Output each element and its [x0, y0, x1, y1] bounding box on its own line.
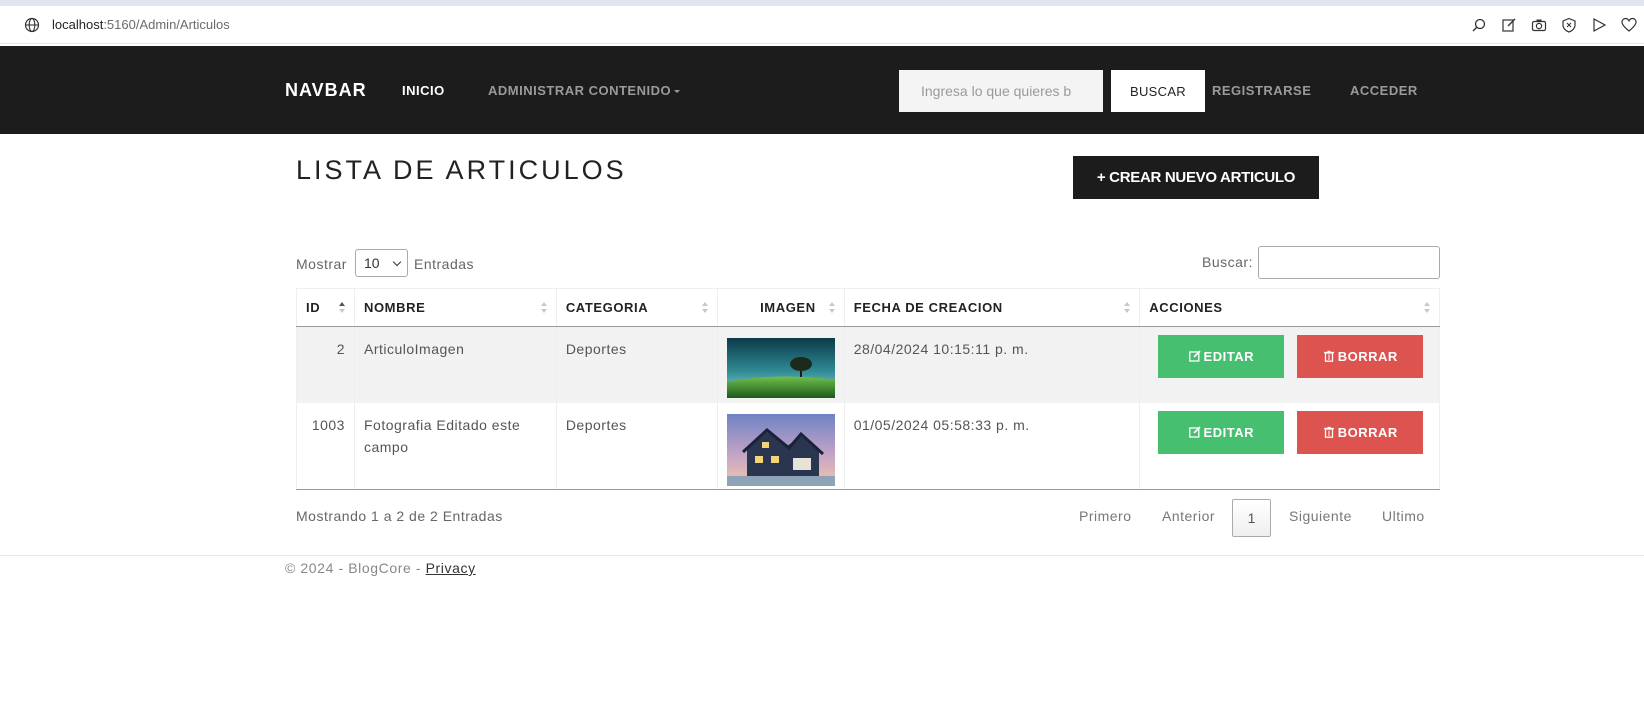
- page-next[interactable]: Siguiente: [1289, 508, 1352, 524]
- cell-categoria: Deportes: [556, 402, 718, 490]
- column-header-nombre[interactable]: NOMBRE: [354, 288, 557, 327]
- cell-fecha: 01/05/2024 05:58:33 p. m.: [844, 402, 1141, 490]
- cell-acciones: EDITAR BORRAR: [1139, 402, 1440, 490]
- nav-admin-dropdown[interactable]: ADMINISTRAR CONTENIDO: [488, 83, 681, 98]
- page-previous[interactable]: Anterior: [1162, 508, 1215, 524]
- search-input[interactable]: [899, 70, 1103, 112]
- table-row: 2 ArticuloImagen Deportes 28/04/2024 10:…: [296, 326, 1440, 403]
- column-header-label: FECHA DE CREACION: [853, 300, 1003, 315]
- trash-icon: [1323, 350, 1334, 362]
- create-article-button[interactable]: + CREAR NUEVO ARTICULO: [1073, 156, 1319, 199]
- footer-text: © 2024 - BlogCore -: [285, 560, 426, 576]
- show-label: Mostrar: [296, 256, 347, 272]
- page-last[interactable]: Ultimo: [1382, 508, 1425, 524]
- trash-icon: [1323, 426, 1334, 438]
- cell-id: 1003: [296, 402, 355, 490]
- url-text[interactable]: localhost:5160/Admin/Articulos: [52, 17, 230, 32]
- footer: © 2024 - BlogCore - Privacy: [285, 560, 476, 576]
- entries-label: Entradas: [414, 256, 475, 272]
- column-header-label: CATEGORIA: [565, 300, 649, 315]
- edit-label: EDITAR: [1203, 424, 1254, 440]
- navbar-brand[interactable]: NAVBAR: [285, 80, 367, 101]
- edit-label: EDITAR: [1203, 349, 1254, 364]
- table-row: 1003 Fotografia Editado este campo Depor…: [296, 402, 1440, 490]
- nav-inicio[interactable]: INICIO: [402, 83, 445, 98]
- articles-table: ID NOMBRE CATEGORIA IMAGEN FECHA DE CREA…: [296, 288, 1440, 490]
- heart-icon[interactable]: [1614, 15, 1644, 35]
- delete-label: BORRAR: [1337, 424, 1398, 440]
- column-header-label: NOMBRE: [363, 300, 426, 315]
- sort-icon: [1424, 302, 1431, 314]
- navbar: NAVBAR INICIO ADMINISTRAR CONTENIDO BUSC…: [0, 46, 1644, 134]
- shield-icon[interactable]: [1554, 15, 1584, 35]
- nav-login[interactable]: ACCEDER: [1350, 83, 1418, 98]
- delete-button[interactable]: BORRAR: [1297, 335, 1424, 378]
- cell-nombre: ArticuloImagen: [354, 326, 557, 403]
- page-size-select[interactable]: 10: [355, 249, 408, 277]
- cell-categoria: Deportes: [556, 326, 718, 403]
- edit-page-icon[interactable]: [1494, 15, 1524, 35]
- column-header-categoria[interactable]: CATEGORIA: [556, 288, 718, 327]
- send-icon[interactable]: [1584, 15, 1614, 35]
- cell-id: 2: [296, 326, 355, 403]
- page-title: LISTA DE ARTICULOS: [296, 155, 627, 185]
- delete-button[interactable]: BORRAR: [1297, 410, 1424, 454]
- edit-icon: [1188, 350, 1201, 362]
- edit-button[interactable]: EDITAR: [1158, 410, 1285, 454]
- page-current[interactable]: 1: [1232, 499, 1271, 537]
- page-first[interactable]: Primero: [1079, 508, 1132, 524]
- column-header-id[interactable]: ID: [296, 288, 355, 327]
- nav-register[interactable]: REGISTRARSE: [1212, 83, 1311, 98]
- sort-icon: [828, 302, 836, 314]
- column-header-label: ID: [306, 300, 321, 315]
- url-path: :5160/Admin/Articulos: [103, 17, 230, 32]
- zoom-icon[interactable]: [1464, 15, 1494, 35]
- sort-icon: [1124, 302, 1131, 314]
- column-header-label: ACCIONES: [1149, 300, 1223, 315]
- cell-imagen: [717, 326, 845, 403]
- column-header-label: IMAGEN: [760, 300, 816, 315]
- browser-address-bar[interactable]: localhost:5160/Admin/Articulos: [0, 6, 1644, 44]
- nav-admin-label: ADMINISTRAR CONTENIDO: [488, 83, 672, 98]
- privacy-link[interactable]: Privacy: [426, 560, 476, 576]
- cell-nombre: Fotografia Editado este campo: [354, 402, 557, 490]
- url-host: localhost: [52, 17, 104, 32]
- cell-acciones: EDITAR BORRAR: [1139, 326, 1440, 403]
- cell-fecha: 28/04/2024 10:15:11 p. m.: [844, 326, 1141, 403]
- edit-icon: [1188, 425, 1201, 438]
- column-header-acciones[interactable]: ACCIONES: [1139, 288, 1440, 327]
- search-button[interactable]: BUSCAR: [1111, 70, 1205, 112]
- landscape-tree-thumbnail: [726, 338, 835, 398]
- cell-imagen: [717, 402, 845, 490]
- filter-input[interactable]: [1258, 246, 1440, 279]
- sort-icon: [701, 302, 709, 314]
- house-thumbnail: [726, 413, 835, 486]
- camera-icon[interactable]: [1524, 15, 1554, 35]
- edit-button[interactable]: EDITAR: [1158, 335, 1285, 378]
- sort-icon: [540, 302, 548, 314]
- caret-down-icon: [674, 90, 681, 94]
- column-header-imagen[interactable]: IMAGEN: [717, 288, 845, 327]
- globe-icon: [24, 17, 40, 33]
- filter-label: Buscar:: [1202, 254, 1253, 270]
- sort-asc-icon: [338, 302, 346, 314]
- column-header-fecha[interactable]: FECHA DE CREACION: [844, 288, 1141, 327]
- footer-divider: [0, 555, 1644, 556]
- table-info: Mostrando 1 a 2 de 2 Entradas: [296, 508, 503, 524]
- delete-label: BORRAR: [1337, 349, 1398, 364]
